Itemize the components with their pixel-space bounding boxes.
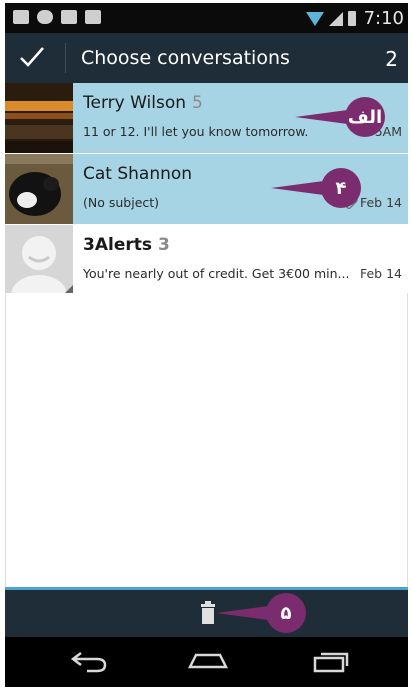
home-icon bbox=[187, 653, 229, 669]
avatar bbox=[5, 225, 73, 295]
phone-screen: 7:10 Choose conversations 2 Terry Wilson… bbox=[5, 3, 408, 687]
checkmark-icon bbox=[20, 47, 44, 67]
shopping-bag-icon bbox=[85, 10, 101, 24]
notification-icons bbox=[13, 10, 101, 24]
message-date: Feb 14 bbox=[359, 266, 402, 281]
message-count: 5 bbox=[192, 93, 203, 113]
status-bar: 7:10 bbox=[5, 3, 408, 33]
shopping-bag-icon bbox=[61, 10, 77, 24]
delete-button[interactable] bbox=[200, 600, 216, 630]
chat-icon bbox=[37, 10, 53, 24]
signal-icon bbox=[328, 11, 343, 26]
selected-count: 2 bbox=[385, 47, 398, 71]
bottom-action-bar bbox=[5, 587, 408, 637]
action-bar: Choose conversations 2 bbox=[5, 33, 408, 83]
back-button[interactable] bbox=[69, 649, 109, 677]
annotation-badge: ۴ bbox=[261, 168, 361, 208]
annotation-badge: الف bbox=[295, 97, 385, 137]
contact-name-line: Cat Shannon bbox=[83, 164, 192, 184]
contact-name-line: Terry Wilson 5 bbox=[83, 93, 203, 113]
message-snippet: 11 or 12. I'll let you know tomorrow. bbox=[83, 124, 309, 139]
done-button[interactable] bbox=[5, 33, 63, 83]
back-icon bbox=[70, 652, 107, 673]
wifi-icon bbox=[305, 11, 324, 26]
badge-label: ۴ bbox=[321, 168, 361, 208]
recent-apps-button[interactable] bbox=[311, 649, 351, 677]
recent-apps-icon bbox=[313, 652, 349, 673]
gallery-icon bbox=[13, 10, 29, 24]
message-snippet: You're nearly out of credit. Get 3€00 mi… bbox=[83, 266, 350, 281]
annotation-badge: ۵ bbox=[216, 593, 306, 633]
contact-name-line: 3Alerts 3 bbox=[83, 235, 170, 255]
badge-label: ۵ bbox=[266, 593, 306, 633]
battery-icon bbox=[347, 11, 356, 26]
clock: 7:10 bbox=[363, 8, 404, 29]
contact-name: 3Alerts bbox=[83, 235, 152, 255]
conversation-row[interactable]: 3Alerts 3 You're nearly out of credit. Ge… bbox=[5, 225, 408, 296]
badge-label: الف bbox=[345, 97, 385, 137]
action-bar-divider bbox=[65, 43, 66, 73]
message-count: 3 bbox=[157, 235, 170, 255]
status-right: 7:10 bbox=[305, 8, 404, 29]
message-date: Feb 14 bbox=[359, 195, 402, 210]
avatar bbox=[5, 83, 73, 153]
action-bar-title: Choose conversations bbox=[81, 47, 290, 69]
contact-name: Cat Shannon bbox=[83, 164, 193, 184]
message-snippet: (No subject) bbox=[83, 195, 160, 210]
navigation-bar bbox=[5, 637, 408, 687]
avatar bbox=[5, 154, 73, 224]
trash-icon bbox=[201, 601, 215, 624]
home-button[interactable] bbox=[186, 649, 230, 677]
list-empty-space bbox=[5, 293, 408, 587]
contact-name: Terry Wilson bbox=[83, 93, 187, 113]
